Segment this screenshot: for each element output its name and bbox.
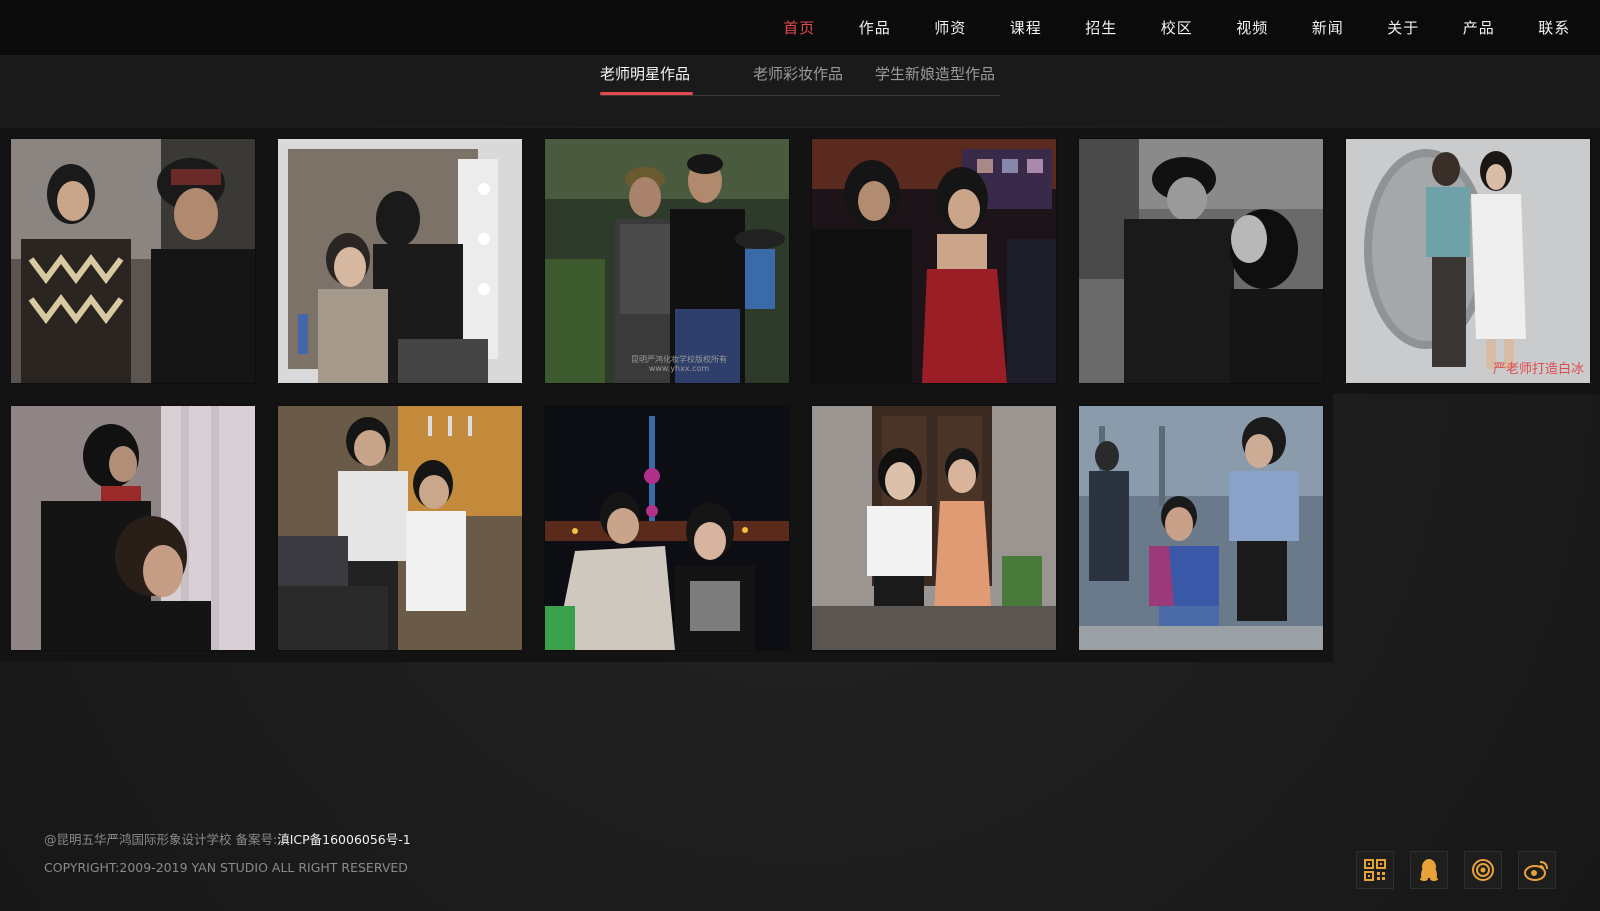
photo-image [812,139,1056,383]
photo-two-women-thumbs[interactable] [812,406,1056,650]
weibo-icon [1524,861,1548,881]
photo-makeup-artist-star-1[interactable] [11,139,255,383]
photo-image [278,406,522,650]
qrcode-button[interactable] [1356,851,1394,889]
footer-icp-link[interactable]: 滇ICP备16006056号-1 [277,832,411,847]
qq-button[interactable] [1410,851,1448,889]
footer-school-info: @昆明五华严鸿国际形象设计学校 备案号:滇ICP备16006056号-1 [44,829,411,848]
footer-school-name: @昆明五华严鸿国际形象设计学校 备案号: [44,832,278,847]
photo-image [11,139,255,383]
active-tab-indicator [600,92,693,95]
photo-caption: 严老师打造白冰 [1492,362,1584,377]
nav-item-enrollment[interactable]: 招生 [1064,17,1140,38]
photo-image [11,406,255,650]
target-icon [1472,859,1494,881]
nav-item-news[interactable]: 新闻 [1290,17,1366,38]
photo-image [1079,406,1323,650]
photo-bw-eye-makeup[interactable] [1079,139,1323,383]
nav-item-teachers[interactable]: 师资 [913,17,989,38]
photo-image [1079,139,1323,383]
qq-icon [1420,859,1438,881]
nav-menu: 首页 作品 师资 课程 招生 校区 视频 新闻 关于 产品 联系 [762,0,1593,55]
tab-teacher-star-works[interactable]: 老师明星作品 [600,63,690,84]
qrcode-icon [1364,859,1386,881]
nav-item-courses[interactable]: 课程 [988,17,1064,38]
tab-teacher-makeup-works[interactable]: 老师彩妆作品 [753,63,843,84]
target-button[interactable] [1464,851,1502,889]
photo-image [545,406,789,650]
nav-item-video[interactable]: 视频 [1215,17,1291,38]
photo-red-dress-event[interactable] [812,139,1056,383]
nav-item-about[interactable]: 关于 [1366,17,1442,38]
photo-mirror-makeup[interactable] [278,139,522,383]
social-links [1356,851,1556,889]
weibo-button[interactable] [1518,851,1556,889]
nav-item-home[interactable]: 首页 [762,17,838,38]
photo-outdoor-two-men[interactable]: 昆明严鸿化妆学校版权所有 www.yhxx.com [545,139,789,383]
photo-studio-bai-bing[interactable]: 严老师打造白冰 [1346,139,1590,383]
photo-hair-styling[interactable] [11,406,255,650]
photo-backstage-glasses[interactable] [278,406,522,650]
photo-watermark: 昆明严鸿化妆学校版权所有 www.yhxx.com [631,355,727,373]
tab-student-bridal-works[interactable]: 学生新娘造型作品 [875,63,995,84]
top-navigation: 首页 作品 师资 课程 招生 校区 视频 新闻 关于 产品 联系 [0,0,1600,55]
category-tabs: 老师明星作品 老师彩妆作品 学生新娘造型作品 [600,55,1000,96]
photo-street-set[interactable] [1079,406,1323,650]
category-tab-bar: 老师明星作品 老师彩妆作品 学生新娘造型作品 [0,55,1600,127]
footer-copyright: COPYRIGHT:2009-2019 YAN STUDIO ALL RIGHT… [44,860,408,875]
nav-item-contact[interactable]: 联系 [1517,17,1593,38]
photo-image [278,139,522,383]
nav-item-products[interactable]: 产品 [1441,17,1517,38]
nav-item-works[interactable]: 作品 [837,17,913,38]
photo-image [1346,139,1590,383]
photo-image [545,139,789,383]
photo-image [812,406,1056,650]
nav-item-campus[interactable]: 校区 [1139,17,1215,38]
photo-night-city[interactable] [545,406,789,650]
